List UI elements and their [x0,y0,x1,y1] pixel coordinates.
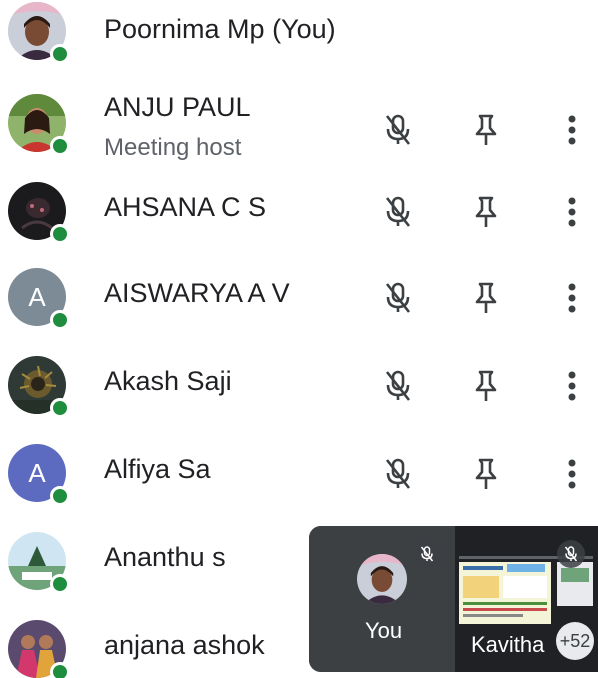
participant-name: Alfiya Sa [104,454,211,484]
participant-name: Ananthu s [104,542,226,572]
participant-name: AISWARYA A V [104,278,290,308]
avatar [8,620,70,678]
mic-off-icon [557,540,585,568]
avatar [8,182,70,244]
participants-screen: Poornima Mp (You) ANJU PAUL Meeting host [0,0,598,678]
online-status-icon [50,44,70,64]
participant-row[interactable]: A AISWARYA A V [0,260,598,346]
participant-row[interactable]: Akash Saji [0,348,598,434]
screen-share-label: Kavitha [471,632,545,657]
avatar [357,554,407,604]
avatar [8,2,70,64]
online-status-icon [50,310,70,330]
participant-role: Meeting host [104,134,242,161]
participant-row[interactable]: AHSANA C S [0,172,598,258]
pin-icon[interactable] [466,454,506,494]
online-status-icon [50,662,70,678]
more-vert-icon[interactable] [552,454,592,494]
participant-row[interactable]: A Alfiya Sa [0,436,598,522]
pin-icon[interactable] [466,110,506,150]
more-participants-badge[interactable]: +52 [556,622,594,660]
avatar [8,532,70,594]
pin-icon[interactable] [466,278,506,318]
participant-name: anjana ashok [104,630,265,660]
online-status-icon [50,574,70,594]
online-status-icon [50,398,70,418]
more-vert-icon[interactable] [552,110,592,150]
participant-row[interactable]: ANJU PAUL Meeting host [0,86,598,172]
mic-off-icon[interactable] [378,192,418,232]
more-vert-icon[interactable] [552,366,592,406]
more-vert-icon[interactable] [552,192,592,232]
avatar [8,356,70,418]
mic-off-icon[interactable] [378,278,418,318]
self-view-tile[interactable]: You [309,526,455,672]
mic-off-icon [413,540,441,568]
mic-off-icon[interactable] [378,366,418,406]
online-status-icon [50,486,70,506]
participant-name: Akash Saji [104,366,232,396]
avatar: A [8,268,70,330]
mic-off-icon[interactable] [378,110,418,150]
avatar [8,94,70,156]
online-status-icon [50,136,70,156]
online-status-icon [50,224,70,244]
pin-icon[interactable] [466,366,506,406]
mic-off-icon[interactable] [378,454,418,494]
self-view-panel[interactable]: You Kavitha +52 [309,526,598,672]
more-vert-icon[interactable] [552,278,592,318]
participant-name: Poornima Mp (You) [104,14,336,44]
self-view-label: You [365,618,403,643]
pin-icon[interactable] [466,192,506,232]
participant-name: AHSANA C S [104,192,267,222]
participant-name: ANJU PAUL [104,92,251,122]
participant-row[interactable]: Poornima Mp (You) [0,0,598,86]
avatar: A [8,444,70,506]
